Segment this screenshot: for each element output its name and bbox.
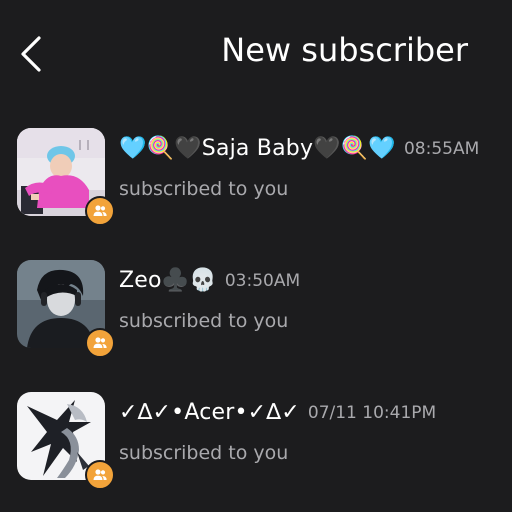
subscription-text: subscribed to you (119, 310, 289, 332)
page-title: New subscriber (221, 31, 468, 69)
notification-screen: New subscriber 🩵🍭🖤Saja Baby🖤🍭🩵 08:55AM s… (0, 0, 512, 512)
subscriber-name[interactable]: 🩵🍭🖤Saja Baby🖤🍭🩵 (119, 134, 396, 164)
subscriber-badge (85, 460, 115, 490)
timestamp: 07/11 10:41PM (307, 403, 437, 423)
header-bar: New subscriber (0, 0, 512, 100)
subscriber-name[interactable]: ✓∆✓•Acer•✓∆✓ (119, 398, 300, 428)
people-icon (93, 337, 107, 348)
avatar-container[interactable] (17, 260, 115, 358)
people-icon (93, 205, 107, 216)
subscriber-row[interactable]: 🩵🍭🖤Saja Baby🖤🍭🩵 08:55AM subscribed to yo… (0, 124, 512, 256)
subscriber-row[interactable]: ✓∆✓•Acer•✓∆✓ 07/11 10:41PM subscribed to… (0, 388, 512, 512)
subscriber-badge (85, 328, 115, 358)
subscriber-badge (85, 196, 115, 226)
name-line: ✓∆✓•Acer•✓∆✓ 07/11 10:41PM (119, 396, 508, 430)
subscriber-name[interactable]: Zeo♣️💀 (119, 266, 217, 296)
name-line: Zeo♣️💀 03:50AM (119, 264, 508, 298)
subscription-text: subscribed to you (119, 442, 289, 464)
name-line: 🩵🍭🖤Saja Baby🖤🍭🩵 08:55AM (119, 132, 508, 166)
timestamp: 03:50AM (224, 271, 301, 291)
subscriber-row[interactable]: Zeo♣️💀 03:50AM subscribed to you (0, 256, 512, 388)
back-button[interactable] (10, 28, 54, 80)
chevron-left-icon (21, 36, 41, 72)
subscription-text: subscribed to you (119, 178, 289, 200)
avatar-container[interactable] (17, 392, 115, 490)
timestamp: 08:55AM (403, 139, 480, 159)
people-icon (93, 469, 107, 480)
subscriber-list: 🩵🍭🖤Saja Baby🖤🍭🩵 08:55AM subscribed to yo… (0, 124, 512, 512)
avatar-container[interactable] (17, 128, 115, 226)
